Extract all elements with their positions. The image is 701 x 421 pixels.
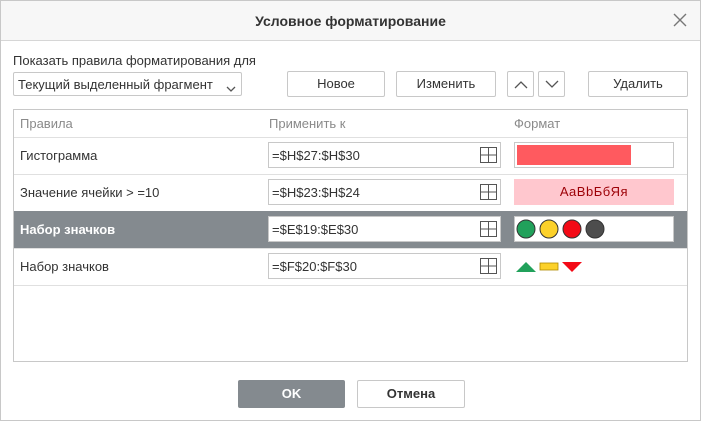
rules-table: Правила Применить к Формат Гистограмма =…	[13, 109, 688, 362]
conditional-formatting-dialog: Условное форматирование Показать правила…	[0, 0, 701, 421]
select-range-icon[interactable]	[480, 147, 497, 166]
rule-name: Гистограмма	[20, 148, 98, 163]
format-preview-data-bar	[514, 142, 674, 168]
yellow-dash-icon	[539, 262, 559, 271]
table-row[interactable]: Набор значков =$F$20:$F$30	[14, 248, 687, 286]
select-range-icon[interactable]	[480, 184, 497, 203]
green-circle-icon	[516, 219, 536, 239]
range-value: =$H$27:$H$30	[272, 148, 360, 163]
show-rules-selected-value: Текущий выделенный фрагмент	[18, 77, 213, 92]
show-rules-select[interactable]: Текущий выделенный фрагмент	[13, 72, 242, 96]
column-header-apply-to: Применить к	[269, 116, 346, 131]
rule-name: Набор значков	[20, 222, 116, 237]
dialog-titlebar: Условное форматирование	[1, 1, 700, 41]
new-rule-button[interactable]: Новое	[287, 71, 385, 97]
format-preview-icon-set	[514, 216, 674, 242]
rule-name: Значение ячейки > =10	[20, 185, 160, 200]
green-up-triangle-icon	[516, 262, 536, 272]
chevron-down-icon	[226, 81, 236, 92]
red-down-triangle-icon	[562, 262, 582, 272]
edit-rule-button[interactable]: Изменить	[396, 71, 496, 97]
red-circle-icon	[562, 219, 582, 239]
range-input[interactable]: =$H$27:$H$30	[268, 142, 501, 168]
move-down-button[interactable]	[538, 71, 565, 97]
select-range-icon[interactable]	[480, 221, 497, 240]
cancel-button[interactable]: Отмена	[357, 380, 465, 408]
chevron-up-icon	[514, 81, 528, 89]
range-value: =$F$20:$F$30	[272, 259, 357, 274]
table-row[interactable]: Гистограмма =$H$27:$H$30	[14, 137, 687, 175]
range-value: =$E$19:$E$30	[272, 222, 359, 237]
select-range-icon[interactable]	[480, 258, 497, 277]
rule-name: Набор значков	[20, 259, 109, 274]
show-rules-label: Показать правила форматирования для	[13, 53, 256, 68]
delete-rule-button[interactable]: Удалить	[588, 71, 688, 97]
column-header-format: Формат	[514, 116, 561, 131]
range-input[interactable]: =$E$19:$E$30	[268, 216, 501, 242]
dialog-title: Условное форматирование	[255, 13, 446, 29]
chevron-down-icon	[545, 80, 559, 88]
range-input[interactable]: =$F$20:$F$30	[268, 253, 501, 279]
move-up-button[interactable]	[507, 71, 534, 97]
column-header-rules: Правила	[20, 116, 73, 131]
data-bar-fill	[517, 145, 631, 165]
ok-button[interactable]: OK	[238, 380, 345, 408]
format-preview-icon-set	[514, 253, 674, 279]
format-preview-cell-style: AaBbБбЯя	[514, 179, 674, 205]
rules-table-header: Правила Применить к Формат	[14, 110, 687, 138]
table-row[interactable]: Значение ячейки > =10 =$H$23:$H$24 AaBbБ…	[14, 174, 687, 212]
range-value: =$H$23:$H$24	[272, 185, 360, 200]
range-input[interactable]: =$H$23:$H$24	[268, 179, 501, 205]
yellow-circle-icon	[539, 219, 559, 239]
black-circle-icon	[585, 219, 605, 239]
table-row-selected[interactable]: Набор значков =$E$19:$E$30	[14, 211, 687, 249]
close-icon[interactable]	[672, 12, 688, 28]
